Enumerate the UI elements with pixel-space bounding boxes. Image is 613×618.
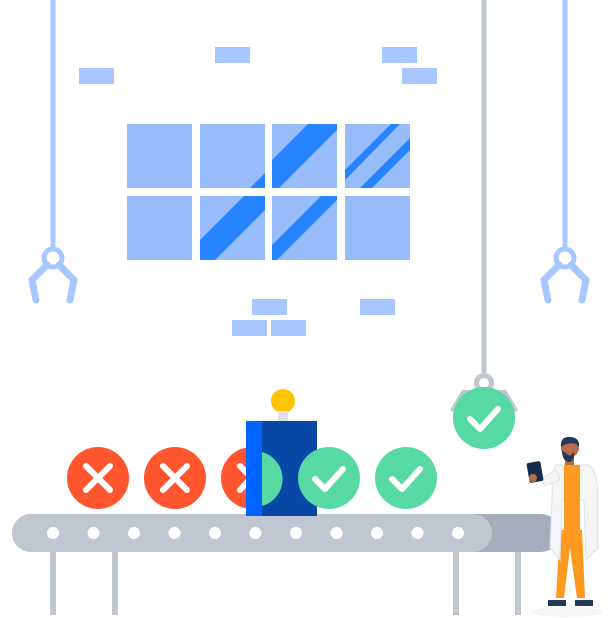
belt-leg [50, 545, 56, 615]
brick [252, 299, 287, 315]
quality-control-illustration [12, 0, 602, 617]
belt-roller [209, 527, 221, 539]
belt-leg [453, 545, 459, 615]
approved-item [375, 447, 437, 509]
belt-roller [452, 527, 464, 539]
scanner-panel [246, 421, 264, 516]
belt-roller [371, 527, 383, 539]
belt-roller [47, 527, 59, 539]
approved-item [298, 447, 360, 509]
brick [232, 320, 267, 336]
brick [271, 320, 306, 336]
window-pane [345, 196, 410, 260]
wall-bricks [79, 47, 437, 336]
rejected-item [144, 447, 206, 509]
belt-roller [330, 527, 343, 539]
window [127, 124, 410, 260]
brick [382, 47, 417, 63]
robot-claw-icon [540, 246, 590, 304]
brick [215, 47, 250, 63]
belt-roller [87, 527, 100, 539]
brick [402, 68, 437, 84]
conveyor-belt [12, 514, 560, 615]
belt-roller [290, 527, 302, 539]
belt-roller [411, 527, 424, 539]
window-pane [200, 124, 265, 188]
belt-leg [515, 545, 521, 615]
rejected-item [67, 447, 129, 509]
light-bulb-icon [271, 389, 295, 421]
right-robot-claw [540, 0, 590, 304]
left-robot-claw [28, 0, 78, 304]
robot-claw-icon [28, 246, 78, 304]
belt-roller [128, 527, 140, 539]
belt-roller [249, 527, 262, 539]
brick [79, 68, 114, 84]
belt-roller [168, 527, 181, 539]
belt-leg [112, 545, 118, 615]
crane [450, 0, 518, 449]
window-pane [127, 196, 192, 260]
window-pane [127, 124, 192, 188]
approved-item [453, 387, 515, 449]
brick [360, 299, 395, 315]
